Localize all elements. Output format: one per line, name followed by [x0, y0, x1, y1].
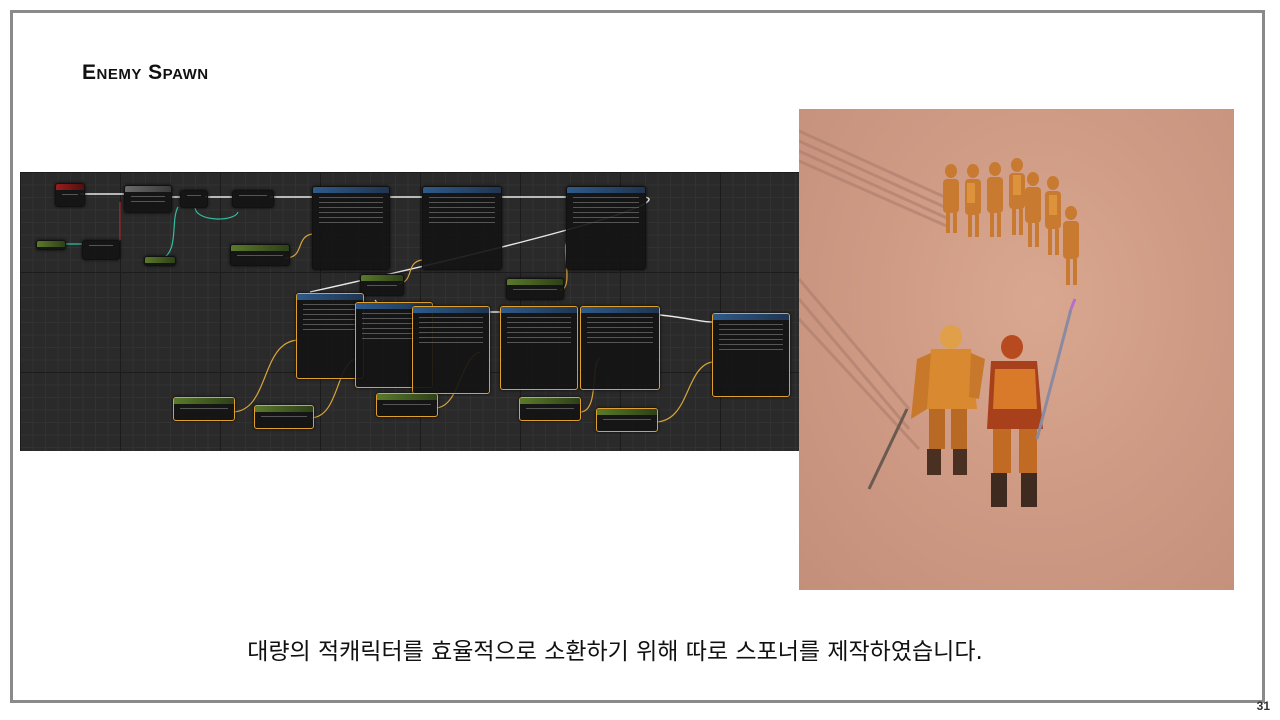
spawn-ai-node-4 [296, 293, 364, 379]
variable-node-3 [144, 256, 176, 266]
blueprint-graph-image [20, 172, 799, 451]
get-actor-location-4 [173, 397, 235, 421]
spawn-ai-node-1 [312, 186, 390, 270]
spawn-ai-node-2 [422, 186, 502, 270]
get-actor-location-3 [506, 278, 564, 300]
page-number: 31 [1256, 699, 1270, 713]
spawn-ai-node-7 [500, 306, 578, 390]
spawn-ai-node-6 [412, 306, 490, 394]
get-actor-location-7 [519, 397, 581, 421]
slide-caption: 대량의 적캐릭터를 효율적으로 소환하기 위해 따로 스포너를 제작하였습니다. [247, 639, 983, 665]
get-actor-location-1 [230, 244, 290, 266]
variable-node-1 [36, 240, 66, 250]
delay-node [232, 190, 274, 208]
spawn-ai-node-9 [712, 313, 790, 397]
variable-node-2 [82, 240, 120, 260]
spawn-ai-node-3 [566, 186, 646, 270]
spawn-ai-node-8 [580, 306, 660, 390]
event-node [55, 183, 85, 207]
game-render-image [799, 109, 1234, 590]
slide-title: Enemy Spawn [82, 61, 209, 84]
get-actor-location-8 [596, 408, 658, 432]
sequence-node [180, 190, 208, 208]
game-render-scene [799, 129, 1079, 507]
get-actor-location-6 [376, 393, 438, 417]
get-actor-location-5 [254, 405, 314, 429]
get-actor-location-2 [360, 274, 404, 296]
loop-node [124, 185, 172, 213]
